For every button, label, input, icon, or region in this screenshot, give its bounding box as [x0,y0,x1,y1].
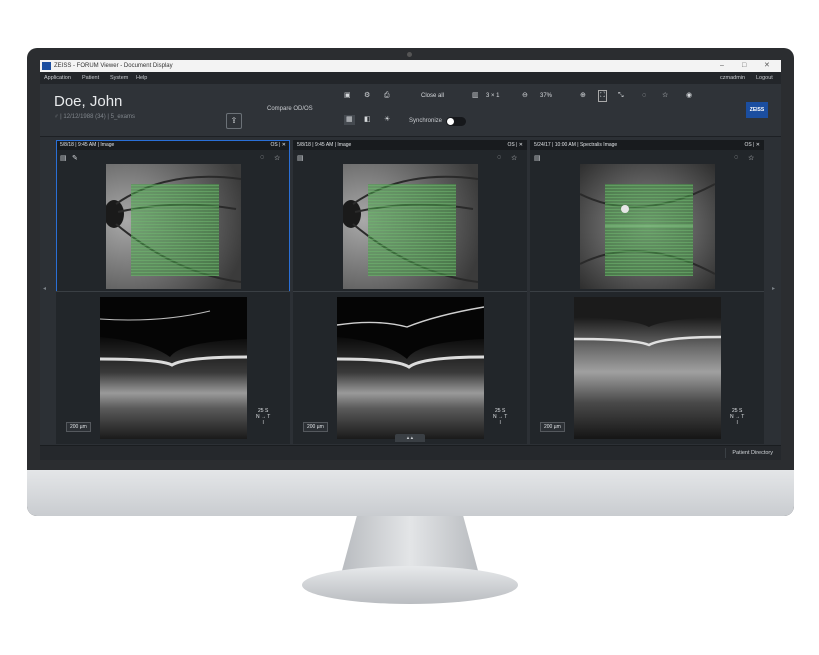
right-scroll-arrow[interactable]: ▸ [772,285,775,292]
close-panel-icon[interactable]: ✕ [519,142,523,148]
toggle-knob [447,118,454,125]
zeiss-app-icon [42,62,51,70]
close-button[interactable]: ✕ [764,60,770,72]
patient-header: Doe, John ♂ | 12/12/1988 (34) | 5_exams … [40,84,781,137]
minimize-button[interactable]: – [720,60,724,72]
eye-icon[interactable]: ◉ [686,91,692,101]
grid-layout-icon[interactable]: ▦ [344,115,355,125]
edit-icon[interactable]: ✎ [72,154,78,162]
eye-label: OS [507,142,515,148]
scale-bar: 200 µm [66,422,91,432]
menu-application[interactable]: Application [44,72,71,84]
oct-bscan[interactable] [574,297,721,439]
save-icon[interactable]: ▣ [344,91,351,101]
export-button[interactable]: ⇪ [226,113,242,129]
favorite-icon[interactable]: ☆ [511,154,517,162]
comment-icon[interactable]: ◌ [642,91,646,101]
export-icon: ⇪ [230,116,238,125]
bottom-drawer-handle[interactable]: ▴ ▴ [395,434,425,442]
status-footer: Patient Directory [40,445,781,460]
favorite-icon[interactable]: ☆ [662,91,668,101]
oct-bscan[interactable] [100,297,247,439]
favorite-icon[interactable]: ☆ [274,154,280,162]
image-panel-2[interactable]: 5/8/18 | 9:45 AM | Image OS | ✕ ▤ ◌ ☆ 20… [293,140,527,444]
scale-bar: 200 µm [540,422,565,432]
panel-eye-close: OS | ✕ [507,142,523,148]
panel-title: 5/24/17 | 10:00 AM | Spectralis Image [534,142,618,148]
menu-system[interactable]: System [110,72,128,84]
panel-eye-close: OS | ✕ [270,142,286,148]
fit-screen-icon[interactable]: ⛶ [598,90,607,102]
print-icon[interactable]: ⎙ [384,91,390,101]
report-icon[interactable]: ▤ [297,154,304,162]
fundus-image[interactable] [106,164,241,289]
orient-bottom: I [262,420,264,426]
scale-bar: 200 µm [303,422,328,432]
left-scroll-arrow[interactable]: ◂ [43,285,46,292]
panel-divider [293,291,527,292]
panel-title: 5/8/18 | 9:45 AM | Image [60,142,115,148]
image-panel-1[interactable]: 5/8/18 | 9:45 AM | Image OS | ✕ ▤ ✎ ◌ ☆ [56,140,290,444]
zoom-in-icon[interactable]: ⊕ [580,91,586,101]
webcam [407,52,412,57]
zoom-out-icon[interactable]: ⊖ [522,91,528,101]
menu-help[interactable]: Help [136,72,147,84]
settings-icon[interactable]: ⚙ [364,91,370,101]
menu-bar: Application Patient System Help czmadmin… [40,72,781,84]
window-title: ZEISS - FORUM Viewer - Document Display [54,63,173,69]
synchronize-toggle[interactable] [446,117,466,126]
fundus-image[interactable] [580,164,715,289]
panel-divider [530,291,764,292]
orient-bottom: I [736,420,738,426]
patient-name: Doe, John [54,93,123,110]
comment-icon[interactable]: ◌ [734,154,738,161]
panel-header: 5/24/17 | 10:00 AM | Spectralis Image OS… [530,140,764,150]
oct-bscan[interactable] [337,297,484,439]
orientation-indicator: 25 S N → T I [730,408,744,426]
maximize-button[interactable]: □ [742,60,746,72]
comment-icon[interactable]: ◌ [497,154,501,161]
comment-icon[interactable]: ◌ [260,154,264,161]
app-window: ZEISS - FORUM Viewer - Document Display … [40,60,781,460]
fundus-image[interactable] [343,164,478,289]
brightness-icon[interactable]: ☀ [384,115,390,125]
panel-header: 5/8/18 | 9:45 AM | Image OS | ✕ [56,140,290,150]
columns-icon[interactable]: ▥ [472,91,479,101]
panel-divider [56,291,290,292]
favorite-icon[interactable]: ☆ [748,154,754,162]
collapse-icon[interactable]: ⤡ [618,91,624,101]
patient-directory-button[interactable]: Patient Directory [725,448,773,458]
panel-header: 5/8/18 | 9:45 AM | Image OS | ✕ [293,140,527,150]
zoom-level[interactable]: 37% [540,91,552,101]
monitor-chin [27,470,794,516]
panel-eye-close: OS | ✕ [744,142,760,148]
close-panel-icon[interactable]: ✕ [282,142,286,148]
orient-bottom: I [499,420,501,426]
orientation-indicator: 25 S N → T I [493,408,507,426]
monitor-stand-base [302,566,518,604]
user-name: czmadmin [720,75,746,81]
close-all-button[interactable]: Close all [421,91,444,101]
eye-label: OS [744,142,752,148]
overlay-layout-icon[interactable]: ◧ [364,115,371,125]
menu-patient[interactable]: Patient [82,72,99,84]
patient-info: ♂ | 12/12/1988 (34) | 5_exams [54,114,135,120]
panel-title: 5/8/18 | 9:45 AM | Image [297,142,352,148]
zeiss-logo: ZEISS [746,102,768,118]
layout-selector[interactable]: 3 × 1 [486,91,500,101]
eye-label: OS [270,142,278,148]
logout-link[interactable]: Logout [756,72,773,84]
orientation-indicator: 25 S N → T I [256,408,270,426]
report-icon[interactable]: ▤ [534,154,541,162]
title-bar: ZEISS - FORUM Viewer - Document Display … [40,60,781,72]
image-panel-3[interactable]: 5/24/17 | 10:00 AM | Spectralis Image OS… [530,140,764,444]
synchronize-label: Synchronize [409,118,443,124]
close-panel-icon[interactable]: ✕ [756,142,760,148]
report-icon[interactable]: ▤ [60,154,67,162]
compare-od-os-button[interactable]: Compare OD/OS [267,106,313,112]
